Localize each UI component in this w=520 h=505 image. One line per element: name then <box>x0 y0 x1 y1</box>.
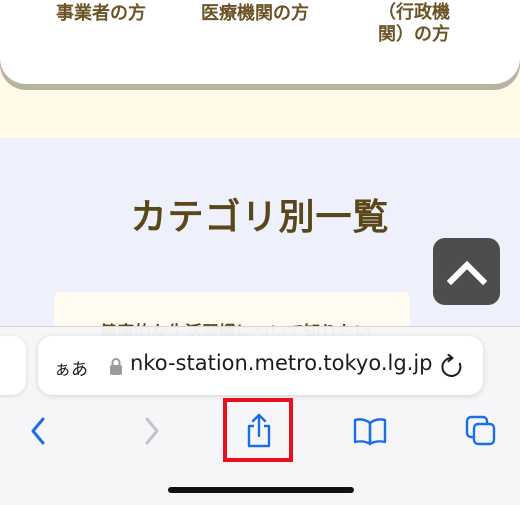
previous-tab-address-stub[interactable] <box>0 336 26 395</box>
chevron-up-icon <box>446 260 487 285</box>
reload-icon[interactable] <box>439 354 465 380</box>
share-button-highlight <box>223 398 293 462</box>
section-title: カテゴリ別一覧 <box>130 197 390 238</box>
text-size-button[interactable]: ぁあ <box>54 355 88 380</box>
tabs-button[interactable] <box>458 408 504 454</box>
nav-link-medical[interactable]: 医療機関の方 <box>201 3 309 25</box>
forward-button[interactable] <box>128 408 174 454</box>
scroll-to-top-button[interactable] <box>433 238 500 305</box>
chevron-right-icon <box>145 417 159 445</box>
home-indicator <box>168 487 354 493</box>
book-icon <box>353 418 387 446</box>
url-text: nko-station.metro.tokyo.lg.jp <box>130 351 433 375</box>
nav-link-municipality[interactable]: 市区町村（行政機関）の方 <box>368 0 460 46</box>
bookmarks-button[interactable] <box>347 408 393 454</box>
back-button[interactable] <box>16 408 62 454</box>
audience-nav-card: 事業者の方 医療機関の方 市区町村（行政機関）の方 <box>0 0 520 84</box>
tabs-icon <box>465 415 496 446</box>
lock-icon <box>110 358 122 375</box>
nav-link-business[interactable]: 事業者の方 <box>56 3 146 25</box>
chevron-left-icon <box>31 417 45 445</box>
